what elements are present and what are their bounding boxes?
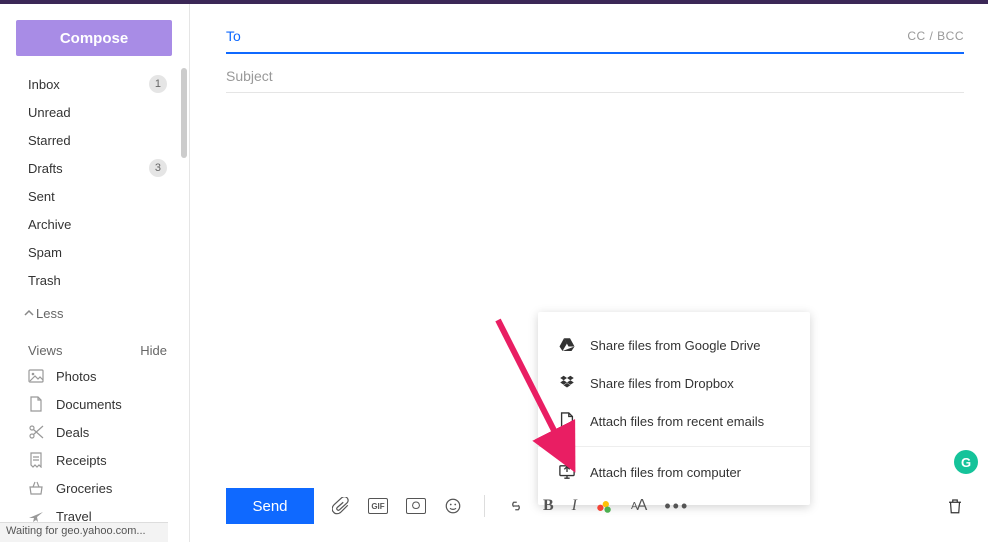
- view-groceries[interactable]: Groceries: [0, 474, 189, 502]
- browser-statusbar: Waiting for geo.yahoo.com...: [0, 522, 168, 542]
- folder-label: Trash: [28, 273, 61, 288]
- link-icon[interactable]: [507, 497, 525, 515]
- sidebar: Compose Inbox 1 Unread Starred Drafts 3 …: [0, 4, 190, 542]
- folder-badge: 3: [149, 159, 167, 177]
- attach-dropbox[interactable]: Share files from Dropbox: [538, 364, 810, 402]
- folder-label: Sent: [28, 189, 55, 204]
- discard-draft-icon[interactable]: [946, 497, 964, 515]
- menu-separator: [538, 446, 810, 447]
- cc-bcc-toggle[interactable]: CC / BCC: [907, 29, 964, 43]
- emoji-icon[interactable]: [444, 497, 462, 515]
- photos-icon: [28, 368, 44, 384]
- attach-item-label: Attach files from recent emails: [590, 414, 764, 429]
- scrollbar-thumb[interactable]: [181, 68, 187, 158]
- attach-icon[interactable]: [332, 497, 350, 515]
- receipt-icon: [28, 452, 44, 468]
- folder-unread[interactable]: Unread: [0, 98, 189, 126]
- folder-drafts[interactable]: Drafts 3: [0, 154, 189, 182]
- file-icon: [558, 412, 576, 430]
- dropbox-icon: [558, 374, 576, 392]
- scissors-icon: [28, 424, 44, 440]
- computer-icon: [558, 463, 576, 481]
- attach-recent-emails[interactable]: Attach files from recent emails: [538, 402, 810, 440]
- folder-label: Spam: [28, 245, 62, 260]
- more-formatting-icon[interactable]: •••: [664, 496, 689, 517]
- less-toggle[interactable]: Less: [0, 300, 189, 327]
- folder-label: Inbox: [28, 77, 60, 92]
- view-label: Groceries: [56, 481, 112, 496]
- chevron-up-icon: [24, 306, 34, 321]
- view-label: Documents: [56, 397, 122, 412]
- folder-badge: 1: [149, 75, 167, 93]
- less-label: Less: [36, 306, 63, 321]
- folder-sent[interactable]: Sent: [0, 182, 189, 210]
- folder-label: Archive: [28, 217, 71, 232]
- view-deals[interactable]: Deals: [0, 418, 189, 446]
- view-label: Receipts: [56, 453, 107, 468]
- compose-button[interactable]: Compose: [16, 20, 172, 56]
- basket-icon: [28, 480, 44, 496]
- attach-item-label: Attach files from computer: [590, 465, 741, 480]
- font-size-icon[interactable]: AA: [631, 497, 646, 515]
- view-label: Photos: [56, 369, 96, 384]
- attach-item-label: Share files from Google Drive: [590, 338, 761, 353]
- view-receipts[interactable]: Receipts: [0, 446, 189, 474]
- compose-area: To CC / BCC Subject Share files from Goo…: [190, 4, 988, 542]
- folder-spam[interactable]: Spam: [0, 238, 189, 266]
- to-field-row[interactable]: To CC / BCC: [226, 28, 964, 54]
- folder-starred[interactable]: Starred: [0, 126, 189, 154]
- folder-list: Inbox 1 Unread Starred Drafts 3 Sent Arc…: [0, 68, 189, 300]
- compose-toolbar: Send GIF B I: [226, 488, 964, 524]
- attach-google-drive[interactable]: Share files from Google Drive: [538, 326, 810, 364]
- subject-field[interactable]: Subject: [226, 68, 964, 93]
- sidebar-scrollbar[interactable]: [179, 68, 189, 538]
- attach-item-label: Share files from Dropbox: [590, 376, 734, 391]
- gif-icon[interactable]: GIF: [368, 498, 388, 514]
- views-header: Views: [28, 343, 62, 358]
- document-icon: [28, 396, 44, 412]
- text-color-icon[interactable]: [595, 497, 613, 515]
- folder-trash[interactable]: Trash: [0, 266, 189, 294]
- folder-label: Starred: [28, 133, 71, 148]
- folder-label: Unread: [28, 105, 71, 120]
- view-label: Deals: [56, 425, 89, 440]
- stationery-icon[interactable]: [406, 498, 426, 514]
- google-drive-icon: [558, 336, 576, 354]
- to-label: To: [226, 28, 241, 44]
- attach-from-computer[interactable]: Attach files from computer: [538, 453, 810, 491]
- folder-inbox[interactable]: Inbox 1: [0, 70, 189, 98]
- bold-icon[interactable]: B: [543, 497, 554, 515]
- send-button[interactable]: Send: [226, 488, 314, 524]
- folder-label: Drafts: [28, 161, 63, 176]
- toolbar-divider: [484, 495, 485, 517]
- attach-menu: Share files from Google Drive Share file…: [538, 312, 810, 505]
- grammarly-badge[interactable]: G: [954, 450, 978, 474]
- view-photos[interactable]: Photos: [0, 362, 189, 390]
- italic-icon[interactable]: I: [572, 497, 577, 515]
- view-documents[interactable]: Documents: [0, 390, 189, 418]
- folder-archive[interactable]: Archive: [0, 210, 189, 238]
- hide-views-button[interactable]: Hide: [140, 343, 167, 358]
